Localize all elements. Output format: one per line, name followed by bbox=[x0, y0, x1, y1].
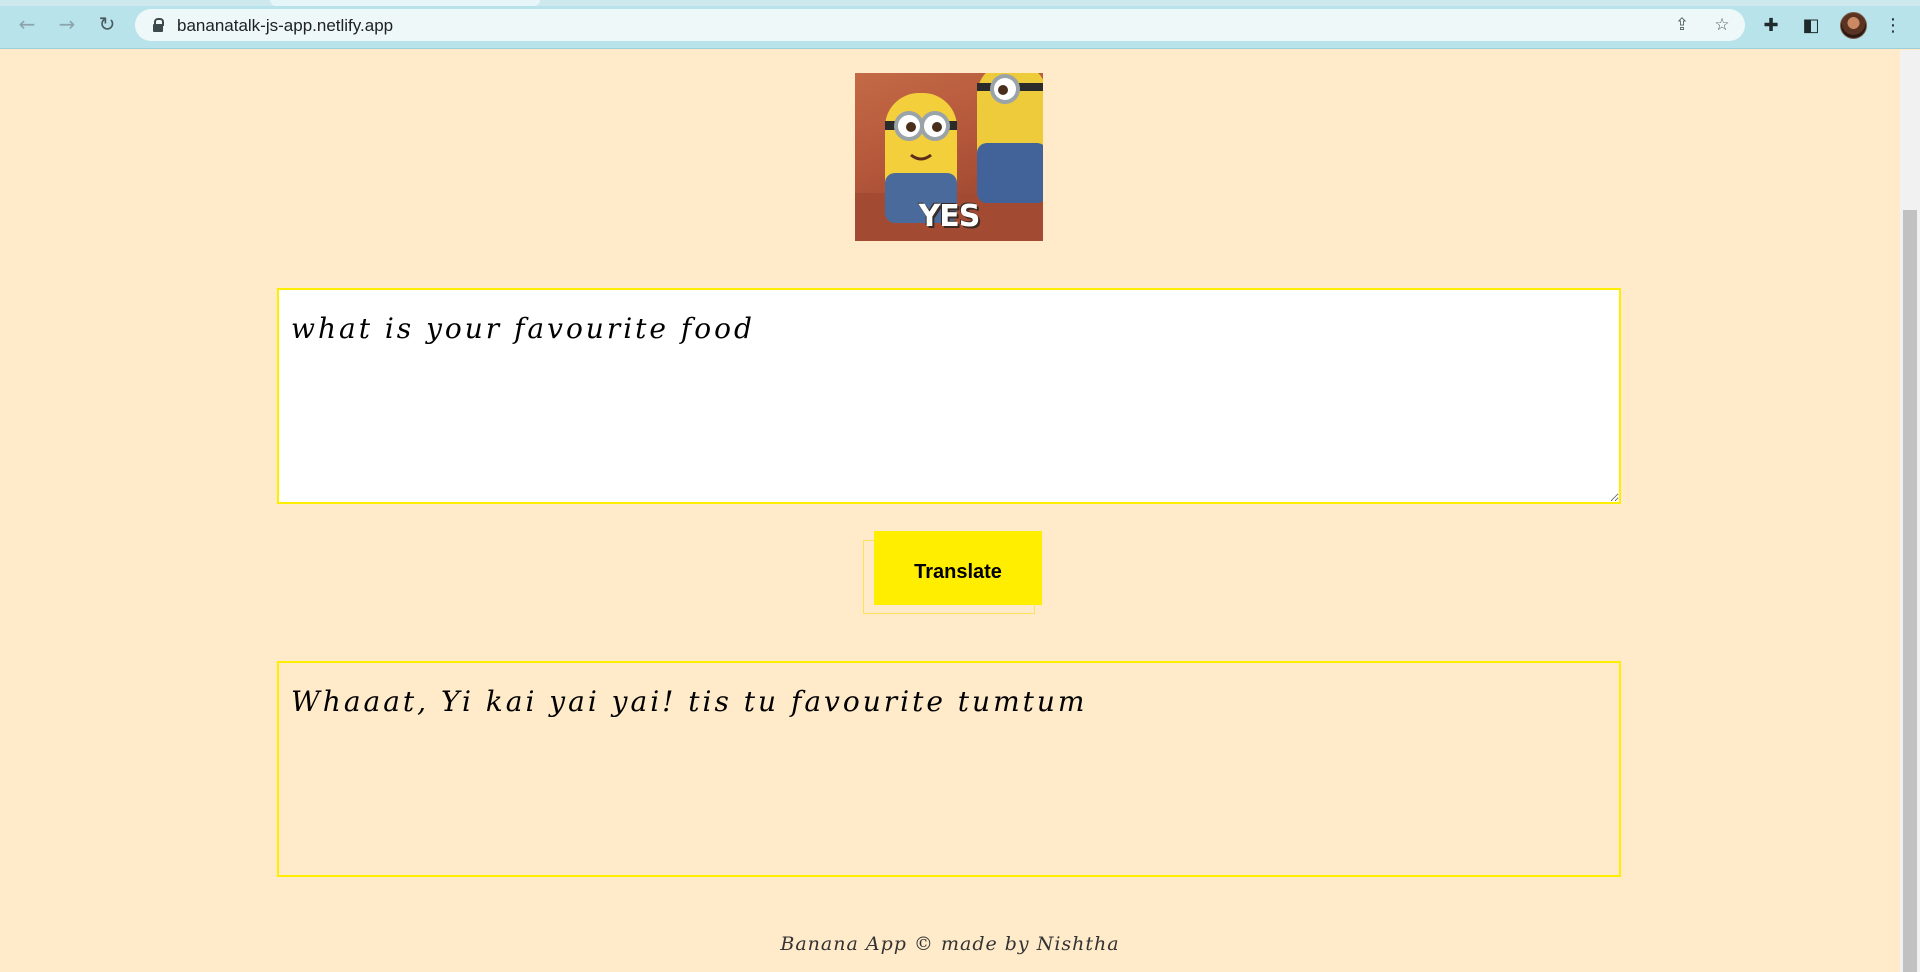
lock-icon[interactable] bbox=[153, 18, 164, 32]
side-panel-icon[interactable]: ◧ bbox=[1798, 12, 1824, 38]
kebab-menu-icon[interactable]: ⋮ bbox=[1880, 12, 1906, 38]
url-text[interactable]: bananatalk-js-app.netlify.app bbox=[177, 16, 393, 36]
reload-icon[interactable]: ↻ bbox=[91, 8, 123, 40]
share-icon[interactable]: ⇪ bbox=[1671, 14, 1693, 36]
page-body: YES what is your favourite food Translat… bbox=[0, 50, 1900, 972]
input-textarea[interactable]: what is your favourite food bbox=[277, 288, 1621, 504]
translate-button[interactable]: Translate bbox=[874, 531, 1042, 605]
address-bar[interactable]: bananatalk-js-app.netlify.app ⇪ ☆ bbox=[135, 9, 1745, 41]
footer-text: Banana App © made by Nishtha bbox=[780, 933, 1120, 955]
avatar[interactable] bbox=[1840, 12, 1867, 39]
output-box: Whaaat, Yi kai yai yai! tis tu favourite… bbox=[277, 661, 1621, 877]
browser-toolbar: ← → ↻ bananatalk-js-app.netlify.app ⇪ ☆ … bbox=[0, 0, 1920, 49]
star-icon[interactable]: ☆ bbox=[1711, 14, 1733, 36]
scrollbar-thumb[interactable] bbox=[1903, 210, 1917, 972]
gif-caption: YES bbox=[918, 199, 981, 234]
active-tab[interactable] bbox=[270, 0, 540, 6]
puzzle-icon[interactable]: ✚ bbox=[1758, 12, 1784, 38]
forward-arrow-icon[interactable]: → bbox=[51, 8, 83, 40]
back-arrow-icon[interactable]: ← bbox=[11, 8, 43, 40]
minions-yes-gif: YES bbox=[855, 73, 1043, 241]
